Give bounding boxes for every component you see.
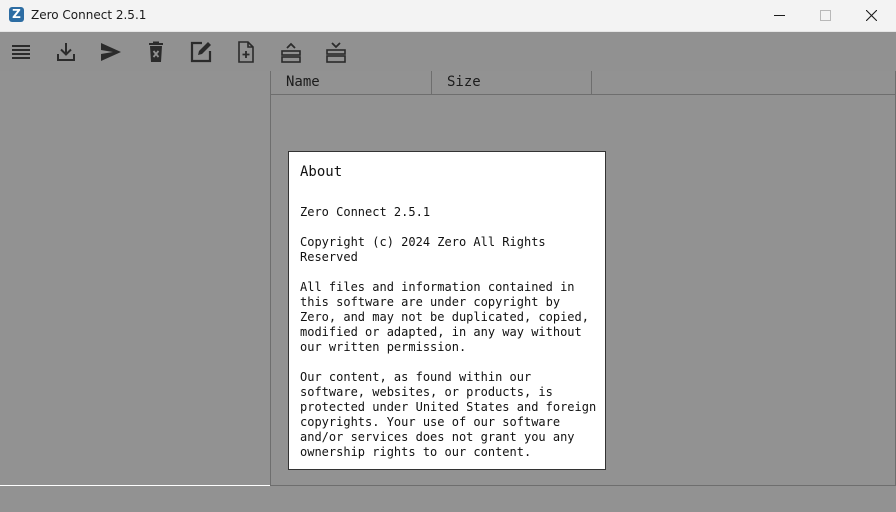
about-version-text: Zero Connect 2.5.1 [300,205,431,219]
upload-stack-button[interactable] [276,38,306,66]
column-header-name-label: Name [286,74,320,90]
download-stack-icon [326,42,346,63]
send-icon [101,43,121,61]
edit-button[interactable] [186,38,216,66]
toolbar [0,32,896,71]
delete-button[interactable] [141,38,171,66]
download-icon [57,43,75,61]
column-header-name[interactable]: Name [271,71,432,94]
close-icon [866,10,877,21]
column-header-size-label: Size [447,74,481,90]
edit-icon [190,41,212,63]
about-copyright-text: Copyright (c) 2024 Zero All Rights Reser… [300,235,546,264]
minimize-button[interactable] [757,0,803,31]
maximize-button[interactable] [803,0,849,31]
title-bar[interactable]: Z Zero Connect 2.5.1 [0,0,896,32]
menu-icon [12,45,30,59]
close-button[interactable] [849,0,895,31]
download-stack-button[interactable] [321,38,351,66]
menu-button[interactable] [6,38,36,66]
about-paragraph-2: Our content, as found within our softwar… [300,370,597,459]
window-title: Zero Connect 2.5.1 [31,8,147,22]
app-logo-icon: Z [9,7,24,22]
about-dialog-body: Zero Connect 2.5.1 Copyright (c) 2024 Ze… [300,205,600,475]
folder-tree-pane[interactable] [0,71,270,485]
about-paragraph-1: All files and information contained in t… [300,280,589,354]
new-file-icon [238,41,254,63]
column-header-size[interactable]: Size [432,71,592,94]
maximize-icon [820,10,831,21]
send-button[interactable] [96,38,126,66]
file-list-header: Name Size [271,71,895,95]
status-bar [0,486,896,512]
new-file-button[interactable] [231,38,261,66]
upload-stack-icon [281,42,301,63]
delete-icon [149,41,163,62]
minimize-icon [774,15,785,16]
download-button[interactable] [51,38,81,66]
about-dialog-title: About [300,164,343,180]
about-dialog[interactable]: About Zero Connect 2.5.1 Copyright (c) 2… [288,151,606,470]
